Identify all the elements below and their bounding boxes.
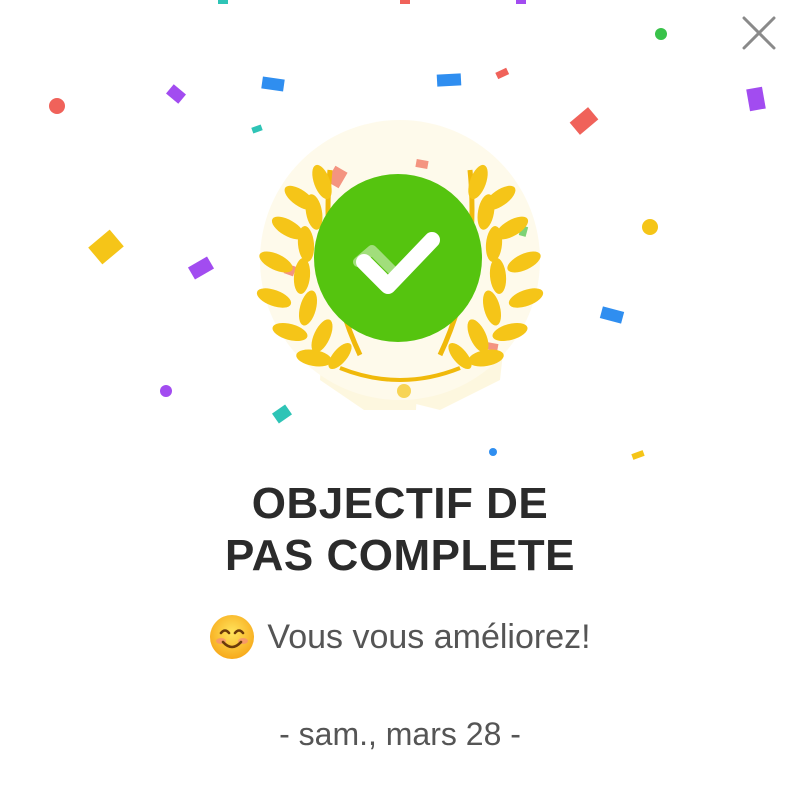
title-line-2: PAS COMPLETE: [225, 531, 575, 580]
goal-complete-title: OBJECTIF DE PAS COMPLETE: [0, 478, 800, 582]
confetti-piece: [495, 67, 510, 80]
confetti-piece: [569, 107, 599, 135]
confetti-piece: [631, 450, 645, 460]
confetti-piece: [642, 219, 658, 235]
confetti-piece: [400, 0, 410, 4]
completion-date: - sam., mars 28 -: [279, 716, 521, 752]
close-icon: [742, 16, 776, 50]
message-text: Vous vous améliorez!: [267, 617, 591, 656]
confetti-piece: [160, 385, 172, 397]
checkmark-laurel-badge-icon: [256, 120, 544, 410]
confetti-piece: [49, 98, 65, 114]
confetti-piece: [516, 0, 526, 4]
smiling-face-icon: [210, 615, 255, 659]
confetti-piece: [218, 0, 228, 4]
confetti-piece: [436, 73, 462, 87]
encouragement-message: Vous vous améliorez!: [0, 614, 800, 660]
confetti-piece: [746, 86, 766, 112]
title-line-1: OBJECTIF DE: [251, 479, 549, 528]
confetti-piece: [599, 306, 625, 324]
success-circle: [314, 174, 482, 342]
close-button[interactable]: [736, 10, 782, 56]
confetti-piece: [261, 76, 285, 92]
confetti-piece: [88, 229, 124, 265]
confetti-piece: [655, 28, 667, 40]
confetti-piece: [489, 448, 497, 456]
confetti-piece: [166, 84, 186, 104]
goal-complete-screen: OBJECTIF DE PAS COMPLETE Vous vous améli…: [0, 0, 800, 800]
confetti-piece: [187, 256, 215, 280]
